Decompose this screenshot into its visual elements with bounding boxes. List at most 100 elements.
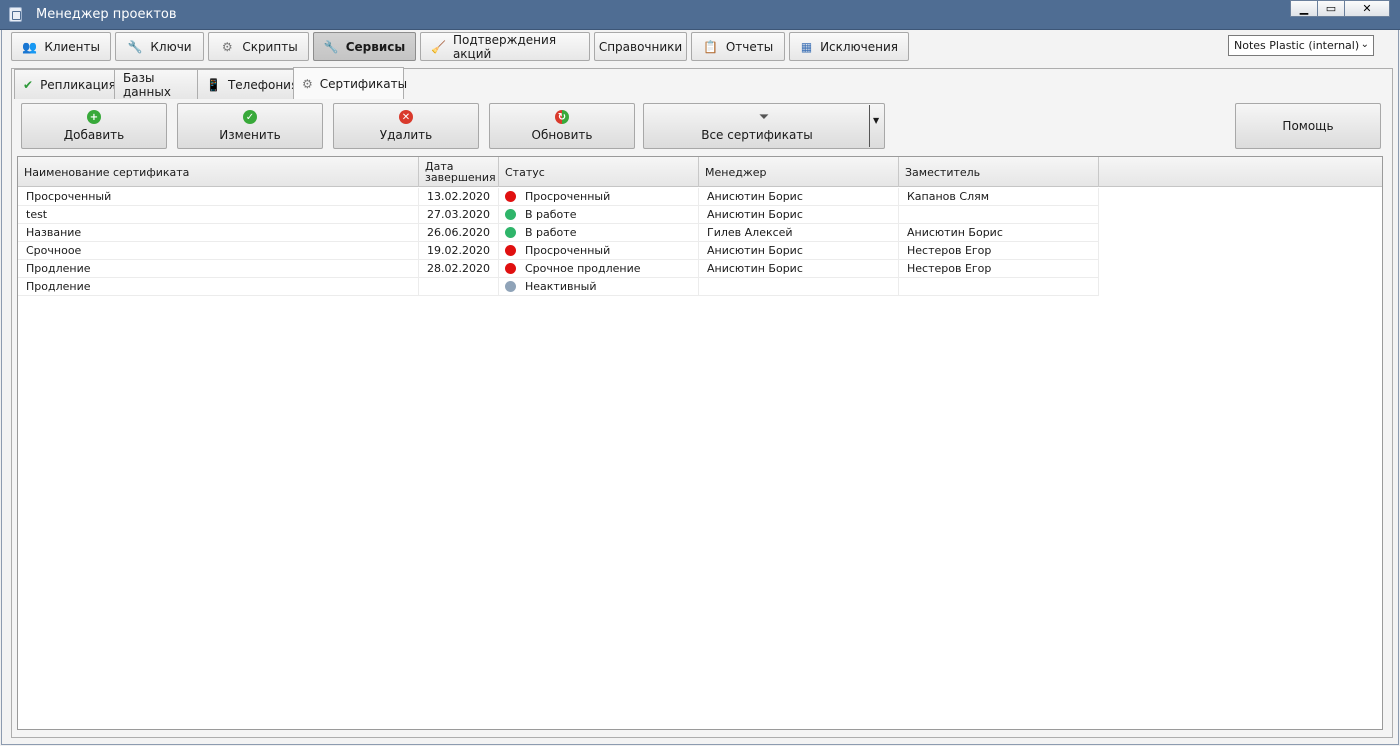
- cell-manager: Анисютин Борис: [699, 188, 899, 206]
- dropdown-arrow-icon[interactable]: ▼: [873, 116, 879, 125]
- column-header-deputy[interactable]: Заместитель: [899, 157, 1099, 187]
- close-button[interactable]: ✕: [1344, 0, 1390, 17]
- column-header-manager[interactable]: Менеджер: [699, 157, 899, 187]
- broom-icon: 🧹: [431, 39, 446, 54]
- cell-status: Срочное продление: [499, 260, 699, 278]
- grid-header: Наименование сертификата Дата завершения…: [18, 157, 1382, 187]
- tab-label: Скрипты: [242, 39, 298, 54]
- cell-deputy: Нестеров Егор: [899, 260, 1099, 278]
- cell-status: В работе: [499, 224, 699, 242]
- subtab-telephony[interactable]: 📱 Телефония: [197, 69, 298, 99]
- cell-manager: [699, 278, 899, 296]
- cell-date: 28.02.2020: [419, 260, 499, 278]
- minimize-button[interactable]: ▁: [1290, 0, 1318, 17]
- cell-date: 27.03.2020: [419, 206, 499, 224]
- cell-manager: Анисютин Борис: [699, 206, 899, 224]
- table-row[interactable]: Срочноое 19.02.2020 Просроченный Анисютин Б…: [18, 242, 1099, 260]
- tab-label: Справочники: [598, 39, 683, 54]
- cell-name: Продление: [18, 260, 419, 278]
- cell-status: Неактивный: [499, 278, 699, 296]
- add-button[interactable]: + Добавить: [21, 103, 167, 149]
- users-icon: 👥: [22, 39, 38, 54]
- column-header-name[interactable]: Наименование сертификата: [18, 157, 419, 187]
- filter-divider: [869, 105, 870, 147]
- help-button[interactable]: Помощь: [1235, 103, 1381, 149]
- script-icon: ⚙: [221, 39, 233, 54]
- cell-manager: Анисютин Борис: [699, 242, 899, 260]
- delete-icon: ✕: [399, 110, 413, 124]
- status-dot-icon: [505, 263, 516, 274]
- cell-text: Срочное продление: [525, 262, 641, 275]
- filter-dropdown-button[interactable]: ⏷ Все сертификаты: [643, 103, 885, 149]
- cell-text: 26.06.2020: [427, 226, 490, 239]
- tab-reports[interactable]: 📋 Отчеты: [691, 32, 785, 61]
- cell-date: [419, 278, 499, 296]
- status-dot-icon: [505, 191, 516, 202]
- tab-exceptions[interactable]: ▦ Исключения: [789, 32, 909, 61]
- cell-name: Просроченный: [18, 188, 419, 206]
- column-header-end-date[interactable]: Дата завершения: [419, 157, 499, 187]
- cell-text: test: [26, 208, 48, 221]
- refresh-icon: ↻: [555, 110, 569, 124]
- subtab-label: Репликация: [40, 77, 116, 92]
- exceptions-icon: ▦: [800, 39, 813, 54]
- delete-label: Удалить: [379, 128, 433, 142]
- cell-text: Анисютин Борис: [707, 244, 803, 257]
- table-row[interactable]: Название 26.06.2020 В работе Гилев Алексей А…: [18, 224, 1099, 242]
- sub-tabs: ✔ Репликация Базы данных 📱 Телефония ⚙ С…: [14, 67, 407, 99]
- maximize-button[interactable]: ▭: [1317, 0, 1345, 17]
- cell-deputy: Нестеров Егор: [899, 242, 1099, 260]
- cell-text: Капанов Слям: [907, 190, 990, 203]
- cell-text: Срочноое: [26, 244, 82, 257]
- check-icon: ✓: [243, 110, 257, 124]
- certificate-icon: ⚙: [302, 76, 313, 91]
- app-icon: [9, 7, 22, 22]
- table-row[interactable]: Просроченный 13.02.2020 Просроченный Анисют…: [18, 188, 1099, 206]
- tab-promotions[interactable]: 🧹 Подтверждения акций: [420, 32, 590, 61]
- filter-icon: ⏷: [758, 109, 770, 125]
- subtab-databases[interactable]: Базы данных: [114, 69, 198, 99]
- edit-button[interactable]: ✓ Изменить: [177, 103, 323, 149]
- cell-text: Анисютин Борис: [907, 226, 1003, 239]
- cell-status: Просроченный: [499, 242, 699, 260]
- chevron-down-icon: ⌄: [1360, 39, 1369, 50]
- subtab-label: Телефония: [227, 77, 299, 92]
- cell-text: Анисютин Борис: [707, 190, 803, 203]
- certificates-grid[interactable]: Наименование сертификата Дата завершения…: [17, 156, 1383, 730]
- add-label: Добавить: [63, 128, 125, 142]
- help-label: Помощь: [1282, 119, 1334, 133]
- maximize-icon: ▭: [1325, 2, 1337, 15]
- tab-clients[interactable]: 👥 Клиенты: [11, 32, 111, 61]
- table-row[interactable]: Продление 28.02.2020 Срочное продление Анис…: [18, 260, 1099, 278]
- tab-scripts[interactable]: ⚙ Скрипты: [208, 32, 309, 61]
- cell-name: Срочноое: [18, 242, 419, 260]
- tab-label: Подтверждения акций: [452, 32, 557, 61]
- close-icon: ✕: [1362, 2, 1372, 15]
- cell-text: Гилев Алексей: [707, 226, 793, 239]
- cell-date: 19.02.2020: [419, 242, 499, 260]
- subtab-replication[interactable]: ✔ Репликация: [14, 69, 116, 99]
- phone-icon: 📱: [206, 77, 221, 92]
- cell-deputy: [899, 278, 1099, 296]
- tab-directories[interactable]: Справочники: [594, 32, 687, 61]
- tab-label: Исключения: [820, 39, 898, 54]
- column-header-status[interactable]: Статус: [499, 157, 699, 187]
- table-row[interactable]: test 27.03.2020 В работе Анисютин Борис: [18, 206, 1099, 224]
- tab-keys[interactable]: 🔧 Ключи: [115, 32, 204, 61]
- cell-text: В работе: [525, 208, 577, 221]
- tab-label: Ключи: [150, 39, 192, 54]
- database-select[interactable]: Notes Plastic (internal) ⌄: [1228, 35, 1374, 56]
- cell-text: 28.02.2020: [427, 262, 490, 275]
- refresh-button[interactable]: ↻ Обновить: [489, 103, 635, 149]
- delete-button[interactable]: ✕ Удалить: [333, 103, 479, 149]
- minimize-icon: ▁: [1299, 2, 1309, 15]
- cell-status: Просроченный: [499, 188, 699, 206]
- tab-services[interactable]: 🔧 Сервисы: [313, 32, 416, 61]
- subtab-certificates[interactable]: ⚙ Сертификаты: [293, 67, 407, 99]
- table-row[interactable]: Продление Неактивный: [18, 278, 1099, 296]
- cell-text: Нестеров Егор: [907, 262, 992, 275]
- edit-label: Изменить: [219, 128, 281, 142]
- cell-text: Анисютин Борис: [707, 208, 803, 221]
- tab-label: Сервисы: [345, 39, 406, 54]
- cell-text: Просроченный: [525, 244, 611, 257]
